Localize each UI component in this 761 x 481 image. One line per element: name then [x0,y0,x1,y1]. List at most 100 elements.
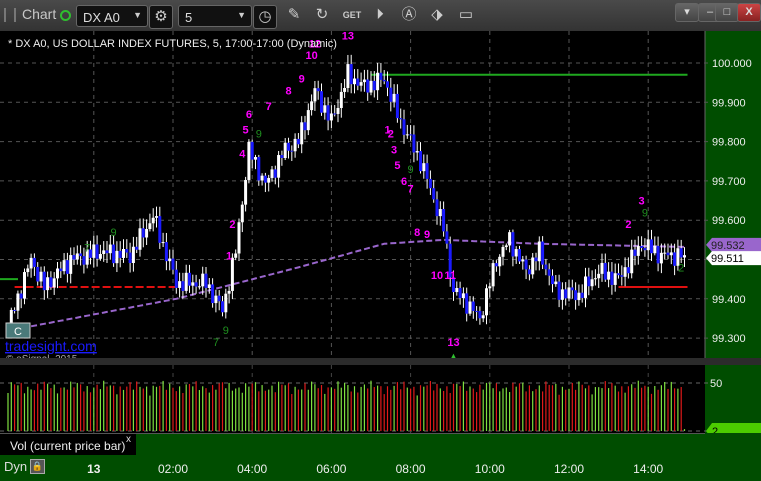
ma-price-tag: 99.532 [711,240,745,252]
candle-body [663,252,667,254]
candle-body [108,244,112,254]
td-count-label: 5 [243,125,249,137]
volume-chart[interactable]: 50 2 [0,365,761,433]
candle-body [346,64,350,89]
td-count-label: 6 [401,176,407,188]
candle-body [343,88,347,92]
candle-body [118,250,122,258]
pencil-icon[interactable]: ✎ [283,4,305,26]
candle-body [551,275,554,285]
get-icon[interactable]: GET [341,4,363,26]
candle-body [455,288,459,293]
play-icon[interactable]: ⏵ [369,4,391,26]
close-study-icon[interactable]: x [126,434,131,445]
time-tick-label: 14:00 [633,462,664,476]
candle-body [250,141,254,160]
c-marker: C [14,326,22,338]
candle-body [105,250,109,254]
candle-body [191,282,195,286]
candle-body [280,155,284,159]
candle-body [617,273,620,276]
candle-body [633,249,637,256]
alert-icon[interactable]: Ⓐ [398,4,420,26]
connection-status-icon [60,10,71,21]
candle-body [438,209,442,217]
price-axis-background [705,31,761,365]
td-count-label: 7 [266,101,272,113]
td-count-label: 8 [285,85,291,97]
volume-label-text: Vol (current price bar) [10,439,126,453]
candle-body [432,188,436,200]
gear-icon[interactable]: ⚙ [149,5,173,29]
clock-icon[interactable]: ◷ [253,5,277,29]
candle-body [29,257,33,269]
price-chart[interactable]: 100.000 99.900 99.800 99.700 99.600 99.400 99.… [0,31,761,365]
candle-body [382,79,386,82]
candle-body [283,142,287,159]
td-count-label: 10 [431,270,443,282]
td-count-label: 7 [213,337,219,349]
candle-body [204,273,208,288]
interval-input[interactable]: 5 ▼ [178,5,252,27]
candle-body [247,141,251,180]
maximize-icon[interactable]: □ [715,3,739,22]
candle-body [666,252,670,256]
candle-body [161,242,165,244]
candle-body [412,134,416,153]
candle-body [372,80,376,91]
td-count-label: 9 [408,164,414,176]
candle-body [620,275,624,277]
time-axis[interactable]: Dyn 🔒 13 02:00 04:00 06:00 08:00 10:00 12:00 14… [0,455,761,481]
candle-body [240,204,244,223]
lock-icon[interactable]: 🔒 [30,459,45,474]
candle-body [468,301,472,314]
candle-body [574,290,578,301]
candle-body [13,309,17,311]
candle-body [607,271,611,280]
candle-body [46,277,50,291]
candle-body [527,269,531,275]
candle-body [494,263,498,267]
candle-body [158,216,162,243]
candle-body [587,276,591,287]
candle-body [564,289,568,299]
candle-body [92,244,96,258]
candle-body [405,134,409,136]
time-tick-label: 06:00 [316,462,347,476]
candle-body [72,255,76,260]
price-tick-label: 99.400 [712,294,746,306]
restore-icon[interactable]: ▾ [675,3,699,22]
volume-study-label[interactable]: Vol (current price bar) [0,434,136,456]
chevron-down-icon: ▼ [133,10,142,20]
candle-body [217,295,221,302]
candle-body [640,246,644,248]
td-count-label: 9 [111,227,117,239]
link-icon[interactable]: ⬗ [426,4,448,26]
td-count-label: 9 [256,129,262,141]
candle-body [369,80,373,93]
symbol-input[interactable]: DX A0 ▼ [76,5,148,27]
candle-body [82,256,86,265]
candle-body [580,292,584,298]
td-count-label: 7 [408,184,414,196]
candle-body [69,255,73,274]
candle-body [461,293,465,299]
comment-icon[interactable]: ▭ [455,4,477,26]
chart-toolbar: Chart DX A0 ▼ ⚙ 5 ▼ ◷ ✎ ↻ GET ⏵ Ⓐ ⬗ ▭ ▾ – … [0,0,761,31]
candle-body [125,249,129,253]
candle-body [178,281,182,288]
candle-body [277,155,281,178]
candle-body [659,252,663,264]
time-tick-label: 10:00 [474,462,505,476]
close-button[interactable]: X [737,3,761,22]
price-tick-label: 99.300 [712,333,746,345]
candle-body [395,93,399,119]
candle-body [491,263,495,287]
dyn-label[interactable]: Dyn [4,459,27,474]
price-tick-label: 99.900 [712,97,746,109]
refresh-icon[interactable]: ↻ [311,4,333,26]
candle-body [244,179,248,205]
candle-body [32,257,36,267]
candle-body [636,246,640,256]
drag-handle[interactable] [4,8,16,22]
